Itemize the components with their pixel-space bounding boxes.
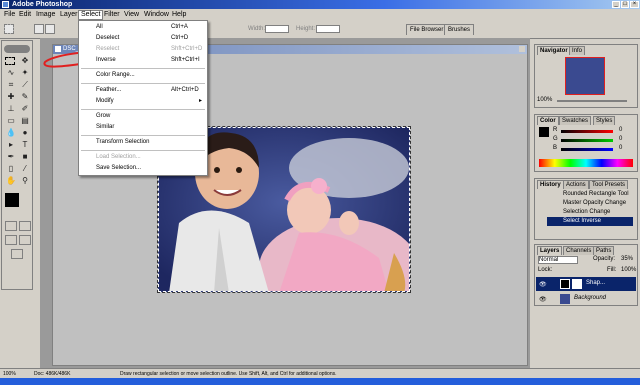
color-fg-swatch[interactable] xyxy=(539,127,549,137)
menu-separator xyxy=(81,83,205,84)
opacity-value[interactable]: 35% xyxy=(621,255,633,264)
eye-icon[interactable]: 👁 xyxy=(539,296,547,303)
fill-value[interactable]: 100% xyxy=(621,266,636,275)
layer-name: Shap... xyxy=(586,280,606,286)
color-ramp[interactable] xyxy=(539,159,633,167)
navigator-zoom[interactable]: 100% xyxy=(537,97,552,103)
color-g-slider[interactable] xyxy=(561,139,613,142)
menu-item-inverse[interactable]: Inverse Shft+Ctrl+I xyxy=(79,56,207,65)
tab-navigator[interactable]: Navigator xyxy=(537,46,571,55)
tab-styles[interactable]: Styles xyxy=(593,116,616,125)
layers-panel: Layers Channels Paths Normal Opacity: 35… xyxy=(534,244,638,306)
fill-label: Fill: xyxy=(607,267,617,273)
menu-item-grow[interactable]: Grow xyxy=(79,112,207,121)
tab-paths[interactable]: Paths xyxy=(593,246,615,255)
color-b-label: B xyxy=(553,145,558,151)
layer-thumbnail xyxy=(560,294,570,304)
menu-item-transform-selection[interactable]: Transform Selection xyxy=(79,138,207,147)
menu-item-color-range[interactable]: Color Range... xyxy=(79,71,207,80)
menu-item-modify[interactable]: Modify ▸ xyxy=(79,97,207,106)
color-g-value[interactable]: 0 xyxy=(619,135,622,144)
tab-channels[interactable]: Channels xyxy=(563,246,595,255)
history-item[interactable]: Selection Change xyxy=(547,208,633,217)
history-item-selected[interactable]: Select Inverse xyxy=(547,217,633,226)
lock-label: Lock: xyxy=(538,267,553,273)
navigator-panel: Navigator Info 100% xyxy=(534,44,638,108)
tab-history[interactable]: History xyxy=(537,180,564,189)
menu-item-save-selection[interactable]: Save Selection... xyxy=(79,164,207,173)
menu-separator xyxy=(81,68,205,69)
layer-name: Background xyxy=(574,295,607,301)
navigator-zoom-slider[interactable] xyxy=(557,100,627,102)
tab-layers[interactable]: Layers xyxy=(537,246,563,255)
color-panel: Color Swatches Styles R 0 G 0 B 0 xyxy=(534,114,638,172)
menu-item-load-selection[interactable]: Load Selection... xyxy=(79,153,207,162)
menu-item-reselect[interactable]: Reselect Shft+Ctrl+D xyxy=(79,45,207,54)
menu-item-deselect[interactable]: Deselect Ctrl+D xyxy=(79,34,207,43)
layer-mask-thumbnail xyxy=(572,279,582,289)
menu-item-feather[interactable]: Feather... Alt+Ctrl+D xyxy=(79,86,207,95)
windows-taskbar xyxy=(0,378,640,385)
navigator-thumbnail[interactable] xyxy=(565,57,605,95)
layer-thumbnail xyxy=(560,279,570,289)
blend-mode-select[interactable]: Normal xyxy=(538,256,578,264)
opacity-label: Opacity: xyxy=(593,256,616,262)
color-b-value[interactable]: 0 xyxy=(619,144,622,153)
color-b-slider[interactable] xyxy=(561,148,613,151)
eye-icon[interactable]: 👁 xyxy=(539,281,547,288)
color-r-slider[interactable] xyxy=(561,130,613,133)
select-menu-dropdown: All Ctrl+A Deselect Ctrl+D Reselect Shft+Ct… xyxy=(78,20,208,176)
tab-info[interactable]: Info xyxy=(569,46,586,55)
menu-separator xyxy=(81,135,205,136)
menu-separator xyxy=(81,150,205,151)
tab-color[interactable]: Color xyxy=(537,116,559,125)
tab-tool-presets[interactable]: Tool Presets xyxy=(589,180,629,189)
layer-row-shape[interactable]: 👁 Shap... xyxy=(536,277,636,291)
menu-item-similar[interactable]: Similar xyxy=(79,123,207,132)
menu-separator xyxy=(81,109,205,110)
color-r-label: R xyxy=(553,127,558,133)
tab-swatches[interactable]: Swatches xyxy=(559,116,592,125)
color-r-value[interactable]: 0 xyxy=(619,126,622,135)
menu-item-all[interactable]: All Ctrl+A xyxy=(79,23,207,32)
history-item[interactable]: Rounded Rectangle Tool xyxy=(547,190,633,199)
layer-row-background[interactable]: 👁 Background xyxy=(536,292,636,306)
history-panel: History Actions Tool Presets Rounded Rec… xyxy=(534,178,638,240)
tab-actions[interactable]: Actions xyxy=(563,180,589,189)
history-item[interactable]: Master Opacity Change xyxy=(547,199,633,208)
color-g-label: G xyxy=(553,136,558,142)
